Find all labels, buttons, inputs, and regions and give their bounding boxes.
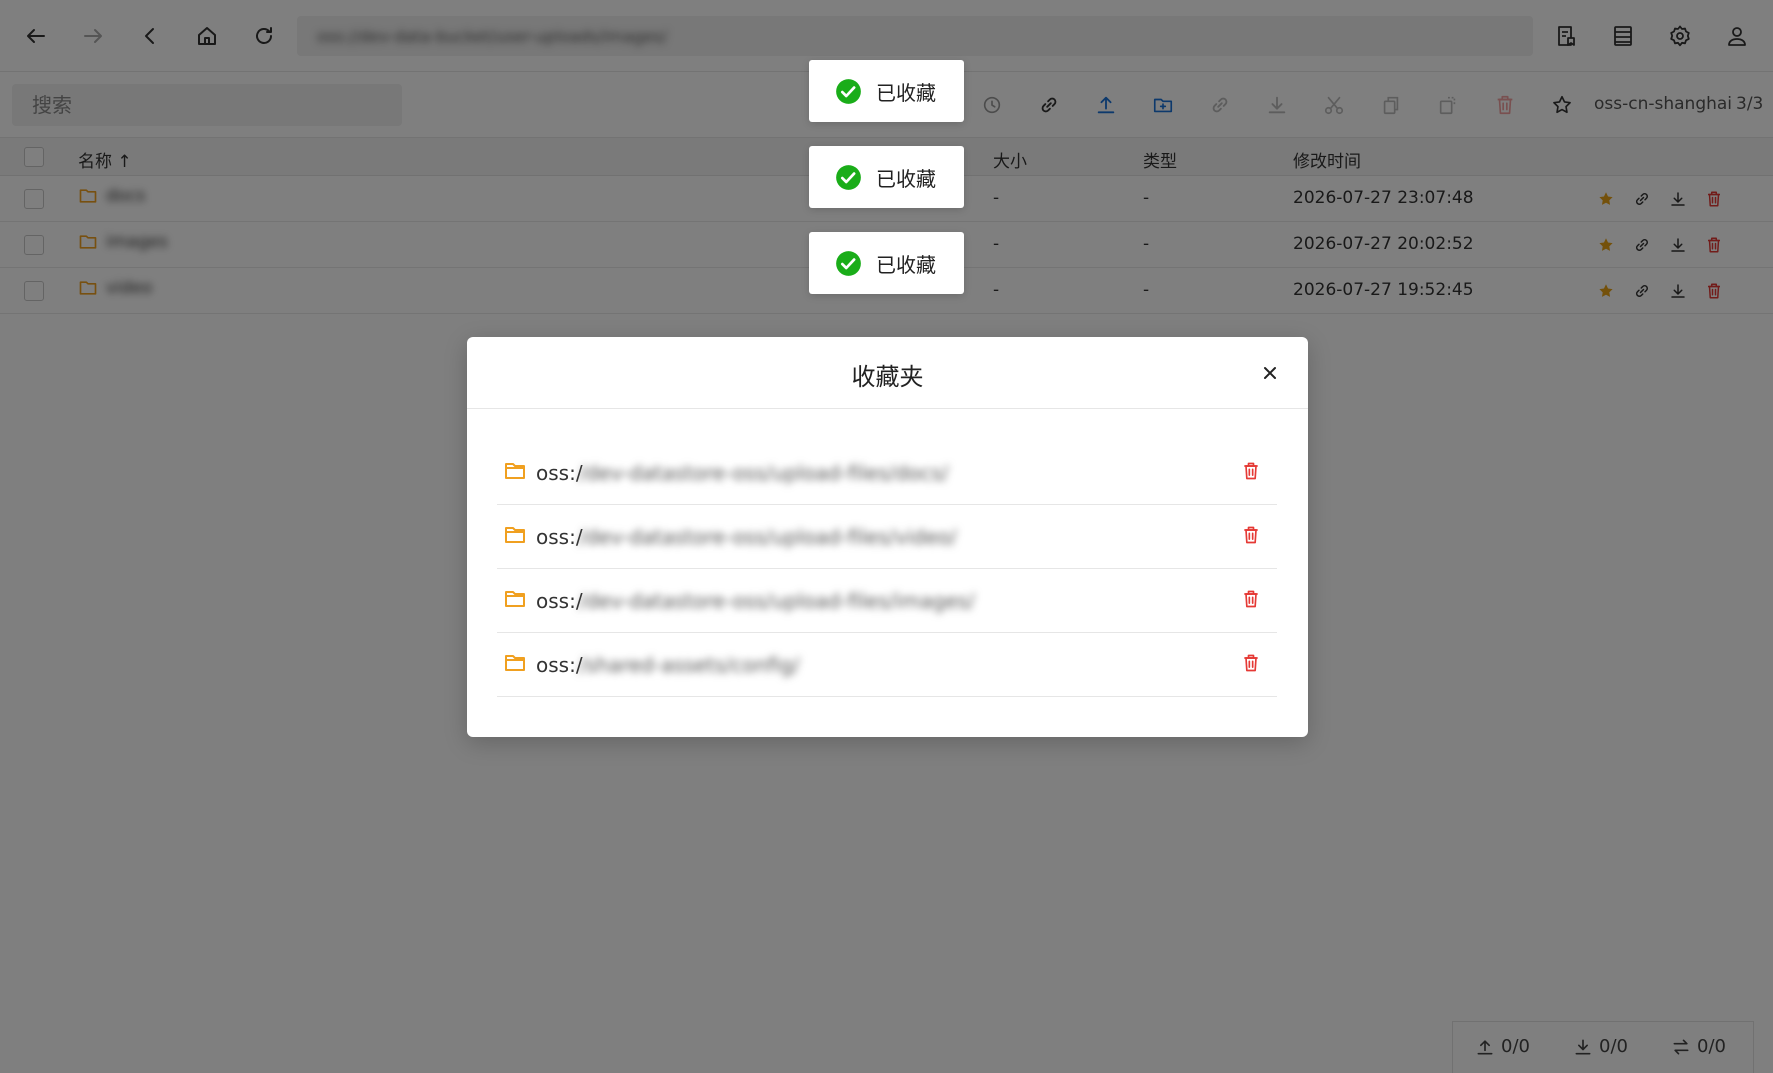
check-circle-icon [836, 164, 861, 190]
trash-icon[interactable] [1239, 651, 1263, 675]
favorite-item[interactable]: oss:/ /dev-datastore-oss/upload-files/do… [497, 441, 1277, 505]
favorite-item[interactable]: oss:/ /dev-datastore-oss/upload-files/im… [497, 569, 1277, 633]
toast-text: 已收藏 [876, 80, 936, 105]
favorite-path: /shared-assets/config/ [579, 653, 800, 677]
app-window: oss://dev-data-bucket/user-uploads/image… [0, 0, 1773, 1073]
favorite-prefix: oss:/ [536, 589, 583, 613]
trash-icon[interactable] [1239, 587, 1263, 611]
folder-icon [505, 655, 525, 671]
favorite-prefix: oss:/ [536, 653, 583, 677]
check-circle-icon [836, 250, 861, 276]
favorite-item[interactable]: oss:/ /shared-assets/config/ [497, 633, 1277, 697]
favorite-item[interactable]: oss:/ /dev-datastore-oss/upload-files/vi… [497, 505, 1277, 569]
dialog-header: 收藏夹 [467, 337, 1308, 409]
toast-message: 已收藏 [809, 60, 964, 122]
close-icon[interactable] [1258, 361, 1282, 385]
trash-icon[interactable] [1239, 523, 1263, 547]
favorite-prefix: oss:/ [536, 461, 583, 485]
folder-icon [505, 527, 525, 543]
toast-message: 已收藏 [809, 232, 964, 294]
trash-icon[interactable] [1239, 459, 1263, 483]
favorite-prefix: oss:/ [536, 525, 583, 549]
favorite-path: /dev-datastore-oss/upload-files/images/ [579, 589, 975, 613]
folder-icon [505, 591, 525, 607]
check-circle-icon [836, 78, 861, 104]
favorite-path: /dev-datastore-oss/upload-files/video/ [579, 525, 957, 549]
favorite-path: /dev-datastore-oss/upload-files/docs/ [579, 461, 949, 485]
dialog-title: 收藏夹 [851, 363, 924, 391]
toast-message: 已收藏 [809, 146, 964, 208]
favorites-dialog: 收藏夹 oss:/ /dev-datastore-oss/upload-file… [467, 337, 1308, 737]
toast-text: 已收藏 [876, 252, 936, 277]
toast-text: 已收藏 [876, 166, 936, 191]
folder-icon [505, 463, 525, 479]
